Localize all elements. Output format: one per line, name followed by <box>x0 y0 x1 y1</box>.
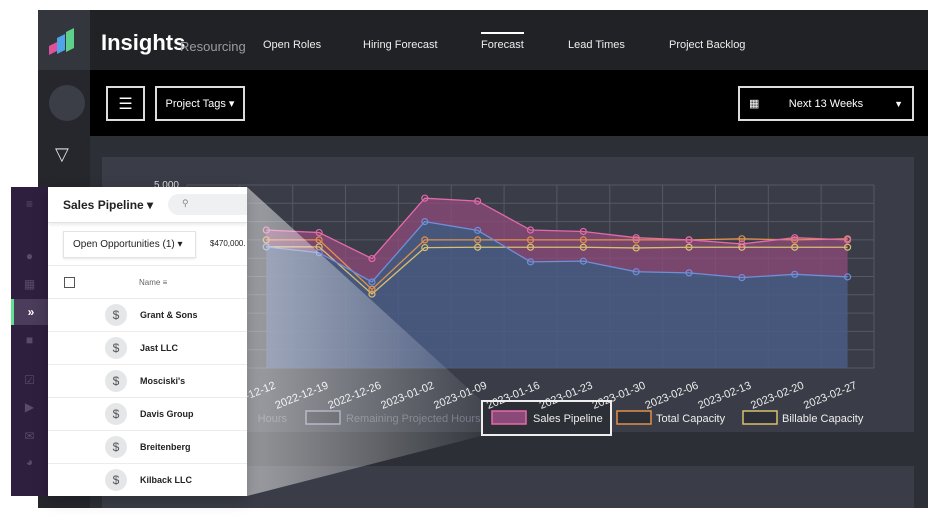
table-row[interactable]: $ Breitenberg <box>48 430 247 463</box>
table-row[interactable]: $ Kilback LLC <box>48 463 247 496</box>
briefcase-icon[interactable]: ■ <box>11 333 48 347</box>
dollar-icon: $ <box>105 304 127 326</box>
panel-title[interactable]: Sales Pipeline ▾ <box>63 198 153 212</box>
row-name: Breitenberg <box>140 442 191 452</box>
panel-header: Sales Pipeline ▾ ⚲ <box>48 187 247 223</box>
dollar-icon: $ <box>105 469 127 491</box>
table-header: Name ≡ <box>48 265 247 298</box>
person-icon[interactable]: ● <box>11 249 48 263</box>
row-name: Jast LLC <box>140 343 179 353</box>
name-column-header[interactable]: Name ≡ <box>139 278 167 287</box>
row-name: Kilback LLC <box>140 475 193 485</box>
table-row[interactable]: $ Davis Group <box>48 397 247 430</box>
pie-chart-icon[interactable]: ◕ <box>11 455 48 469</box>
pipeline-sidebar: ≡ ● ▦ » ■ ☑ ▶ ✉ ◕ <box>11 187 48 496</box>
dollar-icon: $ <box>105 370 127 392</box>
check-icon[interactable]: ☑ <box>11 373 48 387</box>
menu-icon[interactable]: ≡ <box>11 197 48 211</box>
row-name: Mosciski's <box>140 376 186 386</box>
row-name: Davis Group <box>140 409 194 419</box>
building-icon[interactable]: ▦ <box>11 277 48 291</box>
pipeline-amount: $470,000. <box>210 239 246 248</box>
table-row[interactable]: $ Grant & Sons <box>48 298 247 331</box>
row-name: Grant & Sons <box>140 310 198 320</box>
table-row[interactable]: $ Jast LLC <box>48 331 247 364</box>
table-row[interactable]: $ Mosciski's <box>48 364 247 397</box>
search-input[interactable]: ⚲ <box>168 194 247 215</box>
dollar-icon: $ <box>105 337 127 359</box>
search-icon: ⚲ <box>182 198 189 208</box>
play-icon[interactable]: ▶ <box>11 400 48 414</box>
sales-pipeline-panel: Sales Pipeline ▾ ⚲ Open Opportunities (1… <box>48 187 247 496</box>
opportunities-filter[interactable]: Open Opportunities (1) ▾ <box>63 231 196 258</box>
dollar-icon: $ <box>105 403 127 425</box>
select-all-checkbox[interactable] <box>64 277 75 288</box>
dollar-icon: $ <box>105 436 127 458</box>
mail-icon[interactable]: ✉ <box>11 429 48 443</box>
pipeline-icon[interactable]: » <box>11 299 48 325</box>
